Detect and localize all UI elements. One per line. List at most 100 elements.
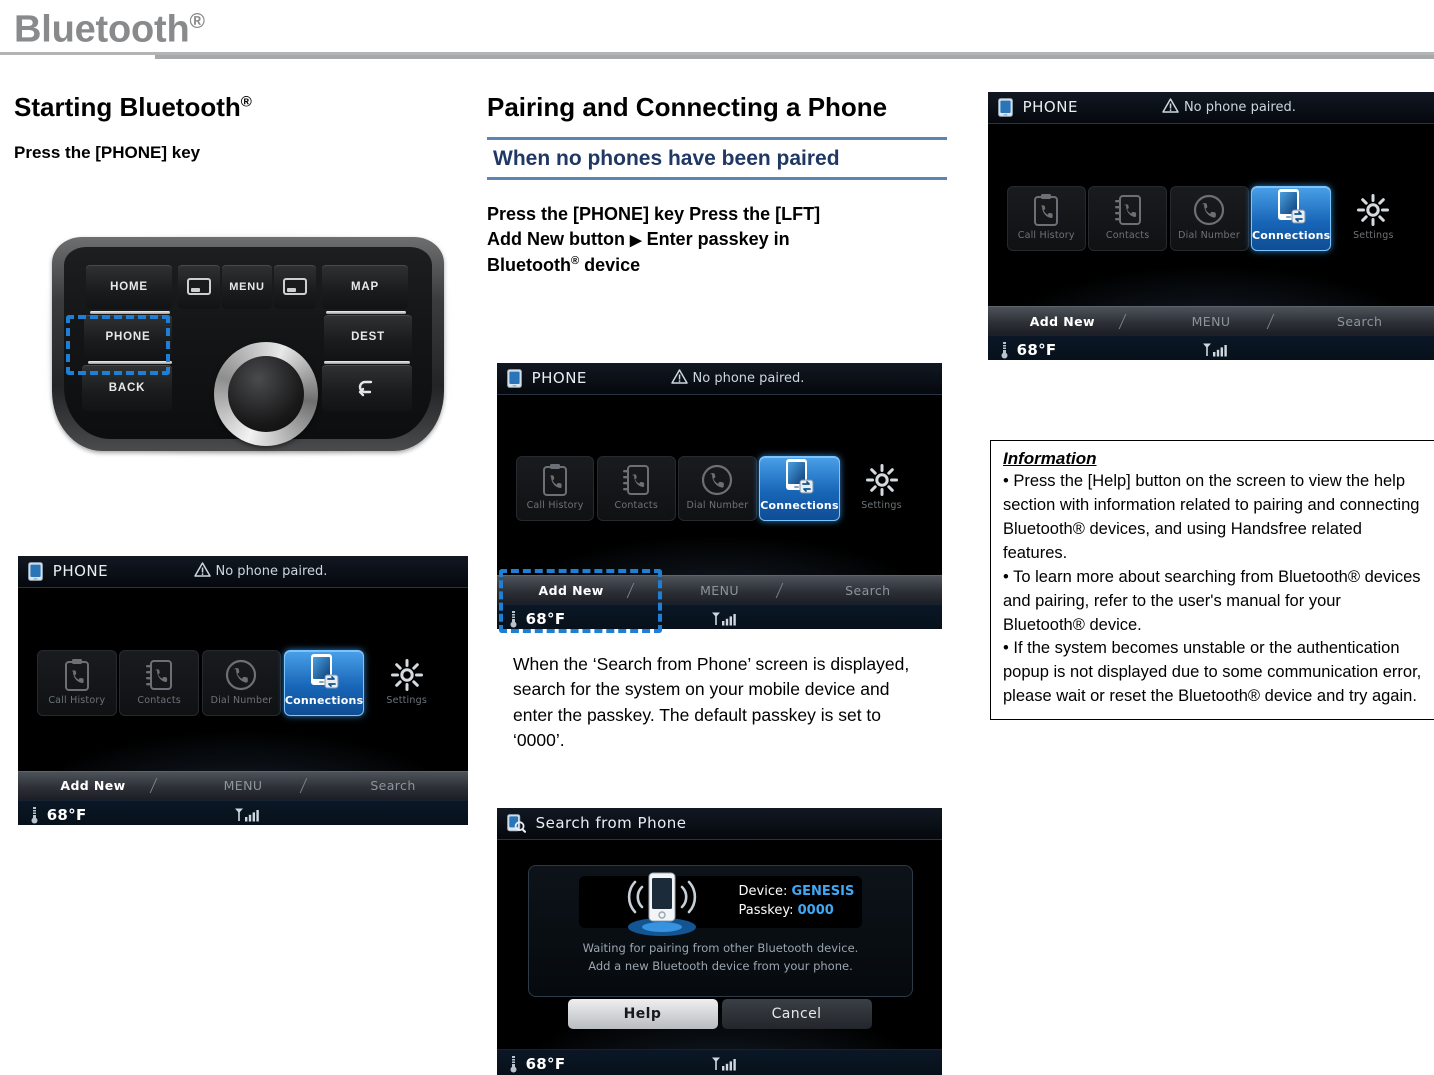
warning-triangle-icon (670, 369, 688, 388)
contacts-icon (146, 659, 173, 690)
page-header: Bluetooth® (0, 0, 1434, 59)
section-heading: When no phones have been paired (493, 146, 840, 170)
search-from-phone-icon (506, 814, 526, 833)
signal-bars-icon (711, 612, 736, 626)
softkey-search[interactable]: Search (318, 778, 468, 793)
connections-icon (783, 459, 815, 497)
soft-key-bar: Add New MENU Search (497, 575, 942, 605)
screen-title-bar: PHONE No phone paired. (988, 92, 1434, 124)
page-title: Bluetooth® (14, 8, 205, 51)
contacts-icon (623, 465, 650, 496)
soft-key-bar: Add New MENU Search (18, 770, 468, 801)
phone-menu-tiles: Call History Contacts Dial Number Connec… (36, 650, 449, 716)
button-separator (90, 310, 170, 314)
information-bullet: • Press the [Help] button on the screen … (1003, 472, 1420, 562)
phone-button[interactable]: PHONE (84, 314, 172, 359)
display-right-button[interactable] (274, 264, 316, 309)
tile-contacts[interactable]: Contacts (1088, 185, 1168, 252)
tile-connections[interactable]: Connections (759, 456, 840, 522)
thermometer-icon (31, 806, 38, 823)
display-icon (187, 278, 211, 296)
tile-settings[interactable]: Settings (1334, 186, 1413, 252)
phone-home-screen-left[interactable]: PHONE No phone paired. Call History Cont… (18, 556, 468, 825)
tile-label: Connections (284, 693, 364, 707)
warning-triangle-icon (193, 562, 211, 581)
phone-title-icon (28, 562, 43, 581)
menu-button[interactable]: MENU (222, 264, 272, 309)
tile-dial-number[interactable]: Dial Number (201, 650, 282, 716)
dial-number-icon (702, 465, 733, 496)
status-bar: 68°F (497, 1049, 942, 1075)
waiting-line-2: Add a new Bluetooth device from your pho… (588, 958, 853, 973)
no-phone-paired-label: No phone paired. (215, 563, 328, 579)
tile-call-history[interactable]: Call History (36, 650, 117, 716)
tile-label: Contacts (614, 500, 658, 512)
tile-label: Connections (760, 499, 839, 513)
screen-body: Device: GENESIS Passkey: 0000 Waiting fo… (497, 839, 942, 1050)
tile-dial-number[interactable]: Dial Number (678, 456, 757, 522)
map-button[interactable]: MAP (322, 264, 408, 309)
search-from-phone-screen[interactable]: Search from Phone Device: GENESIS Passke… (497, 808, 942, 1075)
phone-title-icon (506, 368, 522, 388)
tile-connections[interactable]: Connections (283, 650, 365, 716)
softkey-add-new[interactable]: Add New (18, 778, 186, 794)
tile-connections[interactable]: Connections (1250, 185, 1332, 252)
tile-contacts[interactable]: Contacts (596, 456, 676, 522)
phone-title-icon (997, 98, 1013, 117)
warning-triangle-icon (193, 562, 211, 577)
jog-dial-center[interactable] (228, 355, 304, 432)
dial-number-icon (700, 465, 734, 498)
thermometer-icon (510, 1055, 517, 1073)
return-button[interactable] (322, 364, 412, 411)
status-bar: 68°F (18, 800, 468, 825)
connections-icon (1278, 189, 1306, 224)
jog-dial-knob[interactable] (214, 341, 318, 446)
dial-number-icon (1193, 195, 1225, 226)
connections-icon (308, 653, 340, 691)
softkey-add-new[interactable]: Add New (988, 313, 1155, 329)
information-bullet: • To learn more about searching from Blu… (1003, 567, 1421, 634)
button-separator (88, 360, 172, 364)
softkey-menu[interactable]: MENU (168, 778, 336, 794)
middle-column: Pairing and Connecting a Phone When no p… (487, 92, 947, 1075)
tile-contacts[interactable]: Contacts (119, 650, 200, 716)
pairing-panel: Device: GENESIS Passkey: 0000 Waiting fo… (528, 864, 913, 997)
cancel-button[interactable]: Cancel (721, 998, 872, 1029)
softkey-add-new[interactable]: Add New (497, 582, 663, 598)
warning-triangle-icon (670, 369, 688, 384)
help-button[interactable]: Help (567, 998, 718, 1029)
tile-dial-number[interactable]: Dial Number (1169, 185, 1249, 252)
dest-button[interactable]: DEST (324, 314, 412, 359)
tile-call-history[interactable]: Call History (1006, 185, 1086, 252)
back-button[interactable]: BACK (82, 364, 172, 411)
tile-call-history[interactable]: Call History (515, 456, 595, 522)
dial-number-icon (224, 659, 258, 692)
return-arrow-icon (358, 380, 373, 396)
settings-gear-icon (1356, 194, 1390, 228)
steps-text: Press the [PHONE] key Press the [LFT] Ad… (487, 203, 821, 275)
pairing-phone-icon (602, 865, 722, 939)
phone-home-screen-right[interactable]: PHONE No phone paired. Call History Cont… (988, 92, 1434, 360)
display-left-button[interactable] (178, 264, 220, 309)
information-box: Information • Press the [Help] button on… (990, 440, 1434, 721)
signal-bars-icon (234, 807, 260, 822)
screen-body: Call History Contacts Dial Number Connec… (497, 394, 942, 576)
dial-number-icon (226, 659, 257, 691)
home-button[interactable]: HOME (86, 264, 172, 309)
softkey-menu[interactable]: MENU (645, 582, 811, 598)
softkey-menu[interactable]: MENU (1137, 313, 1303, 329)
blue-rule-bottom (487, 176, 947, 180)
signal-bars-icon (711, 1056, 737, 1071)
tile-settings[interactable]: Settings (842, 456, 921, 521)
softkey-search[interactable]: Search (794, 583, 942, 598)
phone-home-screen-middle[interactable]: PHONE No phone paired. Call History Cont… (497, 363, 942, 629)
thermometer-icon (509, 610, 518, 628)
tile-settings[interactable]: Settings (367, 650, 447, 716)
contacts-icon (1114, 195, 1141, 226)
search-from-phone-paragraph: When the ‘Search from Phone’ screen is d… (513, 654, 910, 751)
tile-label: Dial Number (1178, 230, 1240, 242)
temperature-reading: 68°F (1016, 340, 1057, 359)
softkey-search[interactable]: Search (1285, 314, 1434, 329)
connections-icon (1275, 189, 1307, 227)
header-divider-thick (155, 55, 1434, 59)
